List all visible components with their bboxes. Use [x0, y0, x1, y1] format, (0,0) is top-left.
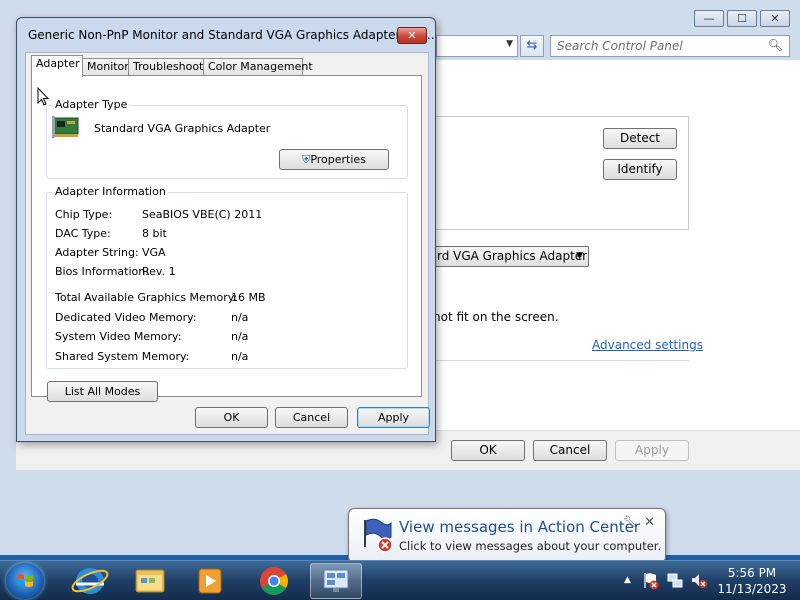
ok-button[interactable]: OK [195, 407, 268, 428]
advanced-settings-link[interactable]: Advanced settings [592, 338, 703, 352]
shared-memory-value: n/a [231, 350, 249, 363]
cancel-button[interactable]: Cancel [275, 407, 348, 428]
adapter-string-value: VGA [142, 246, 166, 259]
action-center-flag-icon [364, 518, 393, 553]
system-memory-key: System Video Memory: [55, 330, 182, 343]
dialog-body: Adapter Monitor Troubleshoot Color Manag… [25, 52, 430, 435]
media-player-icon [198, 568, 222, 594]
adapter-type-group: Adapter Type Standard VGA Graphics Adapt… [46, 98, 408, 179]
tab-adapter[interactable]: Adapter [31, 55, 83, 77]
total-memory-value: 16 MB [231, 291, 266, 304]
tab-color-management[interactable]: Color Management [203, 58, 313, 76]
close-button[interactable]: ✕ [760, 10, 790, 27]
bios-info-value: Rev. 1 [142, 265, 176, 278]
adapter-name: Standard VGA Graphics Adapter [94, 122, 271, 135]
adapter-properties-dialog: Generic Non-PnP Monitor and Standard VGA… [16, 17, 436, 442]
refresh-icon[interactable]: ⇆ [520, 35, 544, 57]
maximize-button[interactable]: ☐ [727, 10, 757, 27]
search-icon[interactable]: 🔍︎ [768, 38, 783, 52]
adapter-info-label: Adapter Information [53, 185, 168, 198]
adapter-type-label: Adapter Type [53, 98, 130, 111]
dac-type-value: 8 bit [142, 227, 167, 240]
cancel-button-bg[interactable]: Cancel [533, 440, 607, 461]
clock-time: 5:56 PM [727, 566, 777, 580]
display-settings-icon [323, 569, 349, 592]
dedicated-memory-value: n/a [231, 311, 249, 324]
apply-button[interactable]: Apply [357, 407, 430, 428]
file-explorer-button[interactable] [124, 563, 176, 599]
tab-monitor[interactable]: Monitor [82, 58, 129, 76]
adapter-string-key: Adapter String: [55, 246, 139, 259]
chevron-down-icon[interactable]: ▼ [506, 39, 513, 49]
system-memory-value: n/a [231, 330, 249, 343]
properties-button[interactable]: ⛨Properties [279, 149, 389, 170]
display-select[interactable]: rd VGA Graphics Adapter ▼ [430, 246, 589, 267]
adapter-tab-panel: Adapter Type Standard VGA Graphics Adapt… [31, 75, 422, 402]
minimize-button[interactable]: — [694, 10, 724, 27]
dialog-close-button[interactable]: ✕ [397, 27, 427, 44]
properties-label: Properties [310, 153, 366, 166]
internet-explorer-button[interactable] [64, 563, 116, 599]
detect-button[interactable]: Detect [603, 128, 677, 149]
chip-type-key: Chip Type: [55, 208, 113, 221]
show-hidden-icons-icon[interactable]: ▲ [624, 575, 631, 585]
notification-close-icon[interactable]: ✕ [644, 515, 655, 530]
chrome-icon [260, 567, 288, 595]
identify-button[interactable]: Identify [603, 159, 677, 180]
display-select-value: rd VGA Graphics Adapter [437, 249, 588, 263]
address-bar[interactable]: ▼ [436, 35, 518, 57]
clock[interactable]: 5:56 PM 11/13/2023 [712, 565, 792, 597]
folder-icon [135, 569, 165, 593]
dedicated-memory-key: Dedicated Video Memory: [55, 311, 197, 324]
chevron-down-icon: ▼ [576, 251, 583, 261]
divider [430, 360, 689, 361]
taskbar: ▲ 5:56 PM 11/13/2023 [0, 560, 800, 600]
action-center-notification[interactable]: View messages in Action Center Click to … [348, 508, 666, 574]
start-button[interactable] [6, 563, 44, 599]
clock-date: 11/13/2023 [717, 582, 787, 596]
action-center-tray-icon[interactable] [642, 571, 660, 591]
shared-memory-key: Shared System Memory: [55, 350, 190, 363]
apply-button-bg: Apply [615, 440, 689, 461]
bios-info-key: Bios Information: [55, 265, 149, 278]
windows-logo-icon [17, 574, 33, 587]
chip-type-value: SeaBIOS VBE(C) 2011 [142, 208, 263, 221]
control-panel-taskbar-button[interactable] [310, 563, 362, 599]
graphics-card-icon [52, 116, 79, 138]
ok-button-bg[interactable]: OK [451, 440, 525, 461]
notification-body[interactable]: Click to view messages about your comput… [399, 539, 661, 553]
internet-explorer-icon [71, 568, 109, 594]
total-memory-key: Total Available Graphics Memory: [55, 291, 238, 304]
dialog-title: Generic Non-PnP Monitor and Standard VGA… [28, 28, 435, 42]
tab-troubleshoot[interactable]: Troubleshoot [128, 58, 204, 76]
media-player-button[interactable] [184, 563, 236, 599]
search-placeholder: Search Control Panel [557, 39, 683, 53]
chrome-button[interactable] [248, 563, 300, 599]
dac-type-key: DAC Type: [55, 227, 111, 240]
fit-text: not fit on the screen. [433, 310, 559, 324]
notification-title[interactable]: View messages in Action Center [399, 518, 640, 536]
volume-muted-icon[interactable] [690, 571, 708, 591]
list-all-modes-button[interactable]: List All Modes [47, 381, 158, 402]
wrench-icon[interactable]: 🔧︎ [623, 515, 637, 528]
adapter-info-group: Adapter Information Chip Type: SeaBIOS V… [46, 185, 408, 369]
mouse-cursor-icon [37, 87, 49, 106]
network-icon[interactable] [666, 571, 684, 591]
search-input[interactable]: Search Control Panel 🔍︎ [550, 35, 790, 57]
